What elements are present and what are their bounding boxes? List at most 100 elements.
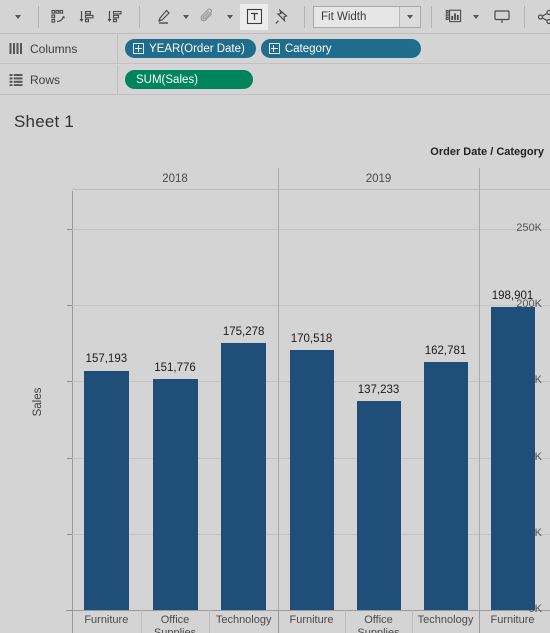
x-label-divider [345, 610, 346, 633]
pill-sum-sales[interactable]: SUM(Sales) [125, 70, 253, 89]
bar-value-label: 162,781 [424, 344, 467, 357]
undo-dropdown-caret[interactable] [4, 4, 32, 30]
panel-divider [479, 191, 480, 610]
x-tick-label[interactable]: Furniture [72, 614, 141, 627]
pill-label: Category [284, 42, 332, 55]
highlighter-caret[interactable] [178, 4, 194, 30]
bar-2018-office-supplies[interactable] [152, 378, 198, 610]
highlighter-button[interactable] [150, 4, 178, 30]
rows-shelf[interactable]: Rows SUM(Sales) [0, 65, 550, 95]
x-tick-label[interactable]: Office Supplies [141, 614, 210, 633]
columns-shelf-text: Columns [30, 41, 78, 56]
columns-shelf-label: Columns [0, 34, 118, 63]
panel-divider [278, 191, 279, 610]
columns-shelf-icon [9, 43, 22, 54]
share-icon [537, 9, 550, 24]
bar-value-label: 137,233 [357, 383, 400, 396]
bar-2019-technology[interactable] [423, 361, 468, 610]
y-tick-mark [67, 533, 72, 535]
swap-rows-columns-button[interactable] [45, 4, 73, 30]
y-axis-title: Sales [32, 387, 44, 417]
expand-plus-icon[interactable] [268, 43, 280, 54]
show-me-caret[interactable] [468, 4, 484, 30]
sort-ascending-icon [79, 10, 94, 22]
share-button[interactable] [531, 4, 550, 30]
rows-shelf-dropzone[interactable]: SUM(Sales) [118, 65, 550, 94]
year-header-divider [479, 168, 480, 191]
bar-2019-office-supplies[interactable] [356, 400, 401, 610]
bar-2019-furniture[interactable] [289, 350, 334, 610]
attachment-button[interactable] [194, 4, 222, 30]
fit-dropdown-arrow[interactable] [399, 6, 420, 27]
presentation-mode-button[interactable] [488, 4, 516, 30]
toolbar-separator [139, 5, 140, 28]
paperclip-icon [200, 8, 213, 21]
y-tick-mark [67, 457, 72, 459]
chart-plot-area[interactable]: 20182019 Sales 0K50K100K150K200K250K 157… [32, 168, 550, 633]
y-tick-mark [67, 229, 72, 231]
rows-shelf-text: Rows [30, 72, 61, 87]
rows-shelf-icon [9, 74, 23, 86]
chart-grid-area: 0K50K100K150K200K250K 157,193151,776175,… [66, 191, 550, 615]
pill-category[interactable]: Category [260, 39, 421, 58]
show-me-button[interactable] [440, 4, 468, 30]
toolbar-separator [431, 5, 432, 28]
sort-descending-icon [107, 10, 122, 22]
x-tick-label[interactable]: Technology [209, 614, 278, 627]
swap-rows-columns-icon [51, 9, 65, 23]
caret-down-icon [183, 14, 189, 19]
toolbar-separator [304, 5, 305, 28]
x-tick-label[interactable]: Furniture [479, 614, 546, 627]
x-tick-label[interactable]: Technology [412, 614, 479, 627]
x-panel-divider [278, 610, 279, 633]
sort-descending-button[interactable] [101, 4, 129, 30]
x-panel-divider [72, 610, 73, 633]
x-axis-labels: Furniture Office Supplies Technology Furnit… [72, 610, 550, 633]
show-me-icon [445, 9, 462, 22]
fix-axes-button[interactable] [268, 4, 296, 30]
year-header-divider [278, 168, 279, 191]
caret-down-icon [15, 14, 21, 19]
x-tick-label[interactable]: Furniture [278, 614, 345, 627]
worksheet-canvas[interactable]: Sheet 1 Order Date / Category 2018 2019 S… [0, 96, 550, 633]
bar-value-label: 198,901 [491, 289, 534, 302]
show-mark-labels-button[interactable] [240, 3, 268, 30]
caret-down-icon [227, 14, 233, 19]
pill-year-order-date[interactable]: YEAR(Order Date) [125, 39, 256, 58]
y-axis-line [72, 191, 73, 610]
y-tick-mark [67, 305, 72, 307]
columns-shelf-dropzone[interactable]: YEAR(Order Date) Category [118, 34, 550, 63]
y-tick-label: 250K [516, 222, 542, 235]
bar-2018-technology[interactable] [221, 342, 267, 610]
fit-dropdown-label: Fit Width [321, 10, 367, 23]
pill-label: SUM(Sales) [136, 73, 198, 86]
bar-2018-furniture[interactable] [83, 370, 129, 610]
text-label-icon [246, 8, 262, 25]
x-tick-label[interactable]: Office Supplies [345, 614, 412, 633]
toolbar-separator [38, 5, 39, 28]
caret-down-icon [473, 14, 479, 19]
bar-value-label: 151,776 [154, 361, 196, 374]
highlighter-icon [158, 9, 170, 24]
field-header-caption: Order Date / Category [430, 146, 544, 158]
pushpin-icon [275, 8, 288, 24]
x-label-divider [140, 610, 142, 633]
attachment-caret[interactable] [222, 4, 238, 30]
bar-value-label: 170,518 [290, 333, 333, 346]
rows-shelf-label: Rows [0, 65, 118, 94]
toolbar-separator [524, 5, 525, 28]
caret-down-icon [407, 14, 413, 19]
x-label-divider [209, 610, 211, 633]
fit-dropdown[interactable]: Fit Width [313, 5, 421, 28]
expand-plus-icon[interactable] [133, 43, 144, 54]
sort-ascending-button[interactable] [73, 4, 101, 30]
presentation-icon [494, 9, 510, 23]
toolbar: Fit Width [0, 0, 550, 34]
columns-shelf[interactable]: Columns YEAR(Order Date) Category [0, 34, 550, 64]
year-header-2019[interactable]: 2019 [278, 168, 479, 190]
page-title: Sheet 1 [14, 112, 75, 131]
pill-label: YEAR(Order Date) [149, 42, 245, 55]
bar-2020-furniture[interactable] [490, 306, 535, 610]
x-label-divider [412, 610, 413, 633]
year-header-2018[interactable]: 2018 [72, 168, 278, 190]
